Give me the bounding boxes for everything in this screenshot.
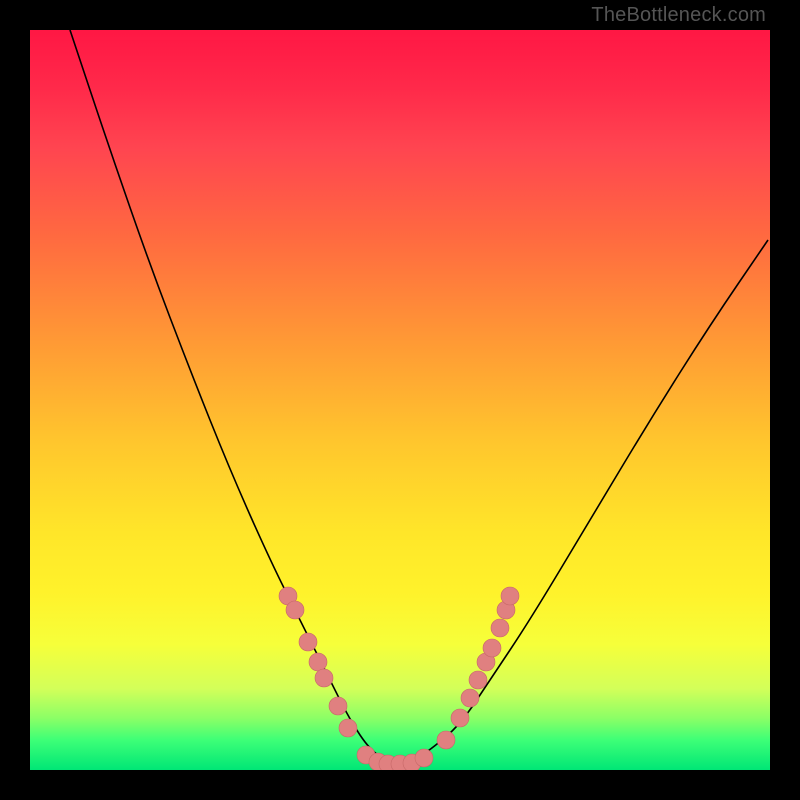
curve-marker (491, 619, 509, 637)
curve-marker (451, 709, 469, 727)
curve-marker (415, 749, 433, 767)
curve-markers (279, 587, 519, 770)
curve-marker (437, 731, 455, 749)
curve-marker (483, 639, 501, 657)
watermark-text: TheBottleneck.com (591, 4, 766, 27)
curve-marker (309, 653, 327, 671)
curve-marker (339, 719, 357, 737)
bottleneck-curve (70, 30, 768, 763)
curve-marker (469, 671, 487, 689)
curve-marker (501, 587, 519, 605)
curve-marker (315, 669, 333, 687)
chart-frame: TheBottleneck.com (0, 0, 800, 800)
chart-svg (30, 30, 770, 770)
curve-marker (286, 601, 304, 619)
curve-marker (329, 697, 347, 715)
plot-area (30, 30, 770, 770)
curve-marker (299, 633, 317, 651)
curve-marker (461, 689, 479, 707)
